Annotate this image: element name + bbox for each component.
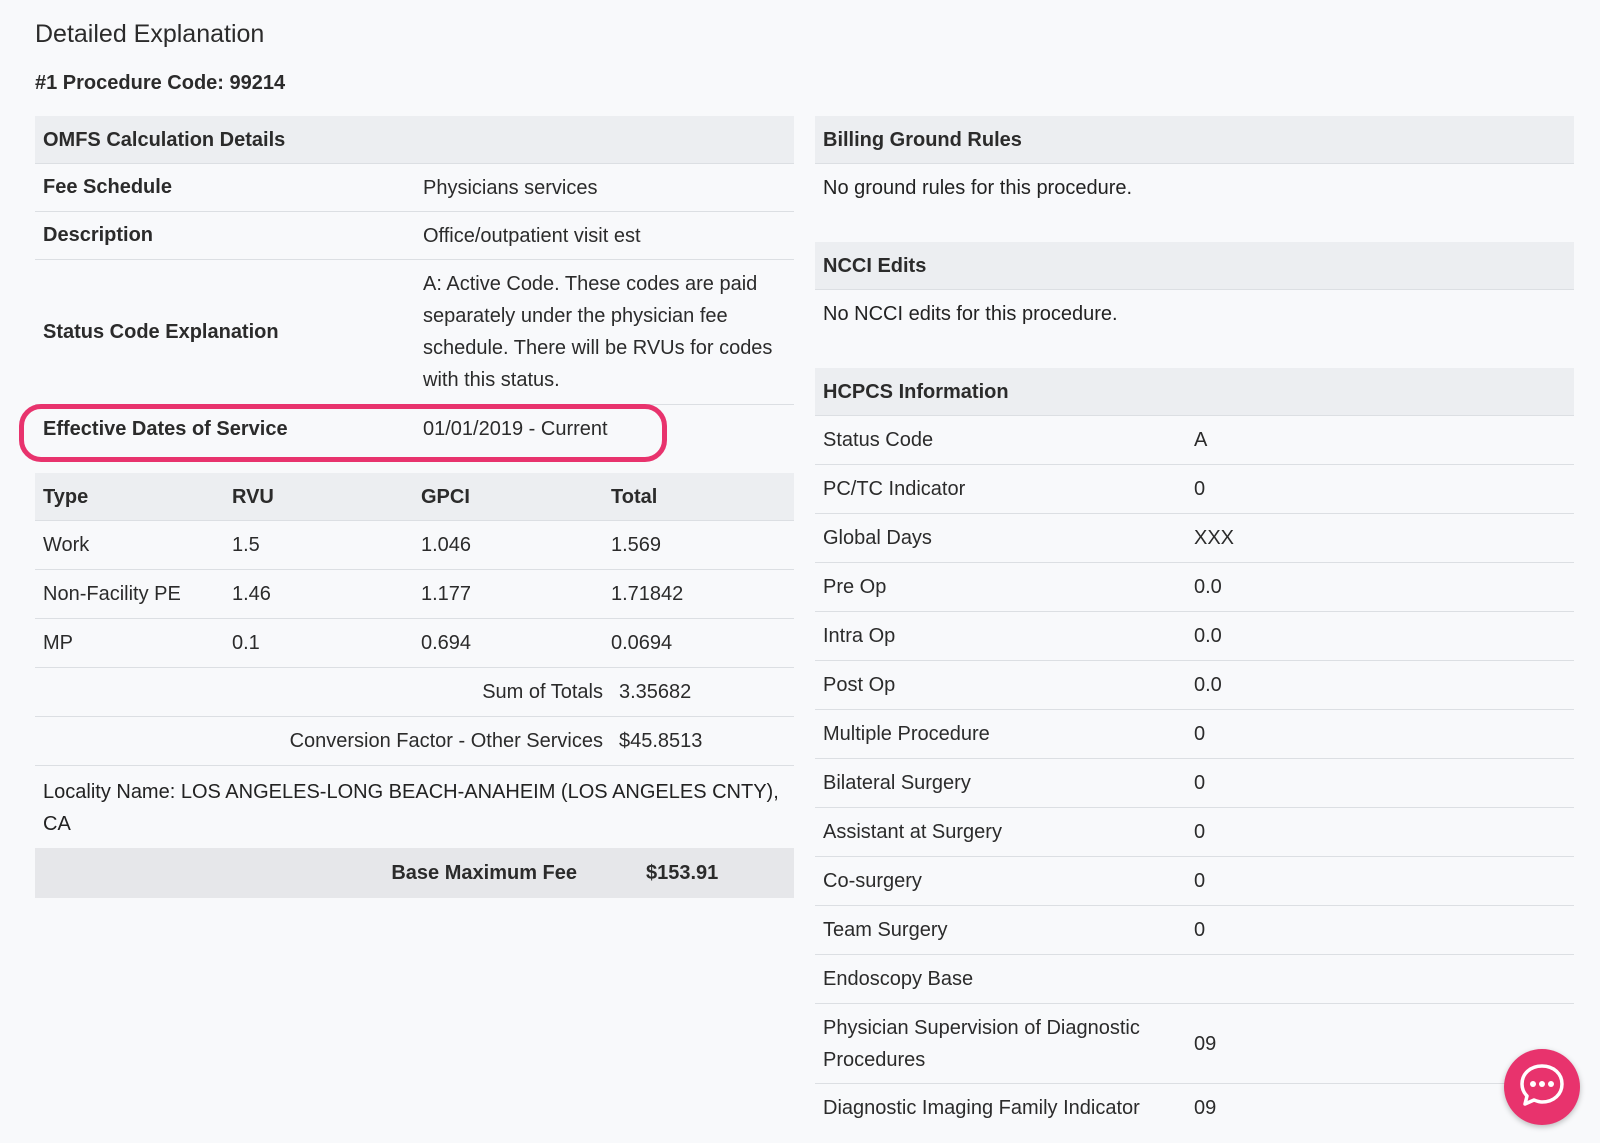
omfs-heading: OMFS Calculation Details [35,116,794,164]
table-cell: 0.1 [232,631,260,654]
omfs-row-status-code-explanation: Status Code Explanation A: Active Code. … [35,260,794,405]
hcpcs-value: 0 [1194,869,1206,892]
hcpcs-key: Bilateral Surgery [823,771,971,794]
table-row: Work 1.5 1.046 1.569 [35,521,794,570]
hcpcs-value: 0 [1194,477,1206,500]
hcpcs-row: Intra Op 0.0 [815,612,1574,661]
ncci-heading: NCCI Edits [815,242,1574,290]
omfs-key: Description [43,224,154,246]
table-cell: 0.0694 [611,631,673,654]
hcpcs-value: 09 [1194,1032,1217,1055]
column-header: RVU [232,486,274,508]
table-cell: 0.694 [421,631,472,654]
conversion-factor-row: Conversion Factor - Other Services $45.8… [35,717,794,766]
omfs-value: Physicians services [423,176,598,199]
rvu-table: Type RVU GPCI Total Work 1.5 1.046 1.569… [35,473,794,898]
hcpcs-information-section: HCPCS Information Status Code A PC/TC Ind… [815,368,1574,1133]
omfs-key: Status Code Explanation [43,320,279,343]
hcpcs-row: Multiple Procedure 0 [815,710,1574,759]
hcpcs-row: Physician Supervision of Diagnostic Proc… [815,1004,1574,1084]
billing-ground-rules-section: Billing Ground Rules No ground rules for… [815,116,1574,212]
omfs-value: A: Active Code. These codes are paid sep… [423,273,773,391]
hcpcs-row: Co-surgery 0 [815,857,1574,906]
hcpcs-row: PC/TC Indicator 0 [815,465,1574,514]
table-cell: 1.569 [611,533,662,556]
hcpcs-heading: HCPCS Information [815,368,1574,416]
procedure-code-heading: #1 Procedure Code: 99214 [35,72,286,94]
hcpcs-key: Global Days [823,526,932,549]
hcpcs-key: Co-surgery [823,869,922,892]
hcpcs-value: XXX [1194,526,1235,549]
chat-bubble-icon [1517,1060,1567,1115]
hcpcs-key: Status Code [823,428,934,451]
ncci-edits-section: NCCI Edits No NCCI edits for this proced… [815,242,1574,338]
hcpcs-key: Physician Supervision of Diagnostic Proc… [823,1016,1140,1071]
hcpcs-value: 0.0 [1194,575,1222,598]
hcpcs-row: Bilateral Surgery 0 [815,759,1574,808]
table-row: MP 0.1 0.694 0.0694 [35,619,794,668]
page-title: Detailed Explanation [35,20,265,48]
table-cell: MP [43,631,73,654]
hcpcs-value: 0 [1194,722,1206,745]
base-maximum-fee-row: Base Maximum Fee $153.91 [35,848,794,898]
hcpcs-value: 0.0 [1194,624,1222,647]
hcpcs-key: Assistant at Surgery [823,820,1002,843]
billing-text: No ground rules for this procedure. [815,164,1574,212]
hcpcs-value: A [1194,428,1208,451]
table-cell: 1.46 [232,582,271,605]
hcpcs-key: PC/TC Indicator [823,477,966,500]
table-cell: 1.71842 [611,582,684,605]
hcpcs-row: Post Op 0.0 [815,661,1574,710]
column-header: Type [43,486,89,508]
sum-of-totals-row: Sum of Totals 3.35682 [35,668,794,717]
conversion-factor-label: Conversion Factor - Other Services [289,729,603,752]
omfs-row-description: Description Office/outpatient visit est [35,212,794,260]
conversion-factor-value: $45.8513 [619,729,703,752]
hcpcs-key: Intra Op [823,624,896,647]
hcpcs-row: Pre Op 0.0 [815,563,1574,612]
sum-value: 3.35682 [619,680,692,703]
right-column: Billing Ground Rules No ground rules for… [815,116,1574,1133]
hcpcs-key: Endoscopy Base [823,967,974,990]
omfs-section: OMFS Calculation Details Fee Schedule Ph… [35,116,794,453]
hcpcs-row: Endoscopy Base [815,955,1574,1004]
base-fee-label: Base Maximum Fee [391,861,577,884]
hcpcs-value: 0.0 [1194,673,1222,696]
omfs-key: Effective Dates of Service [43,417,288,440]
table-row: Non-Facility PE 1.46 1.177 1.71842 [35,570,794,619]
hcpcs-key: Team Surgery [823,918,948,941]
hcpcs-row: Assistant at Surgery 0 [815,808,1574,857]
hcpcs-key: Multiple Procedure [823,722,990,745]
omfs-row-fee-schedule: Fee Schedule Physicians services [35,164,794,212]
sum-label: Sum of Totals [482,680,603,703]
table-cell: 1.046 [421,533,472,556]
base-fee-value: $153.91 [646,861,719,884]
hcpcs-value: 0 [1194,918,1206,941]
omfs-key: Fee Schedule [43,176,172,198]
hcpcs-row: Global Days XXX [815,514,1574,563]
hcpcs-key: Post Op [823,673,896,696]
chat-button[interactable] [1504,1049,1580,1125]
ncci-text: No NCCI edits for this procedure. [815,290,1574,338]
table-cell: 1.177 [421,582,472,605]
table-cell: Non-Facility PE [43,582,181,605]
hcpcs-row: Team Surgery 0 [815,906,1574,955]
hcpcs-row: Status Code A [815,416,1574,465]
table-cell: 1.5 [232,533,260,556]
omfs-row-effective-dates: Effective Dates of Service 01/01/2019 - … [35,405,794,453]
hcpcs-value: 0 [1194,771,1206,794]
hcpcs-row: Diagnostic Imaging Family Indicator 09 [815,1084,1574,1133]
rvu-table-header: Type RVU GPCI Total [35,473,794,521]
column-header: GPCI [421,486,470,508]
hcpcs-value: 0 [1194,820,1206,843]
omfs-value: 01/01/2019 - Current [423,418,608,440]
column-header: Total [611,486,658,508]
hcpcs-key: Diagnostic Imaging Family Indicator [823,1097,1140,1119]
left-column: OMFS Calculation Details Fee Schedule Ph… [35,116,794,898]
table-cell: Work [43,533,90,556]
locality-name: Locality Name: LOS ANGELES-LONG BEACH-AN… [43,781,779,835]
omfs-value: Office/outpatient visit est [423,224,641,247]
billing-heading: Billing Ground Rules [815,116,1574,164]
hcpcs-key: Pre Op [823,575,887,598]
